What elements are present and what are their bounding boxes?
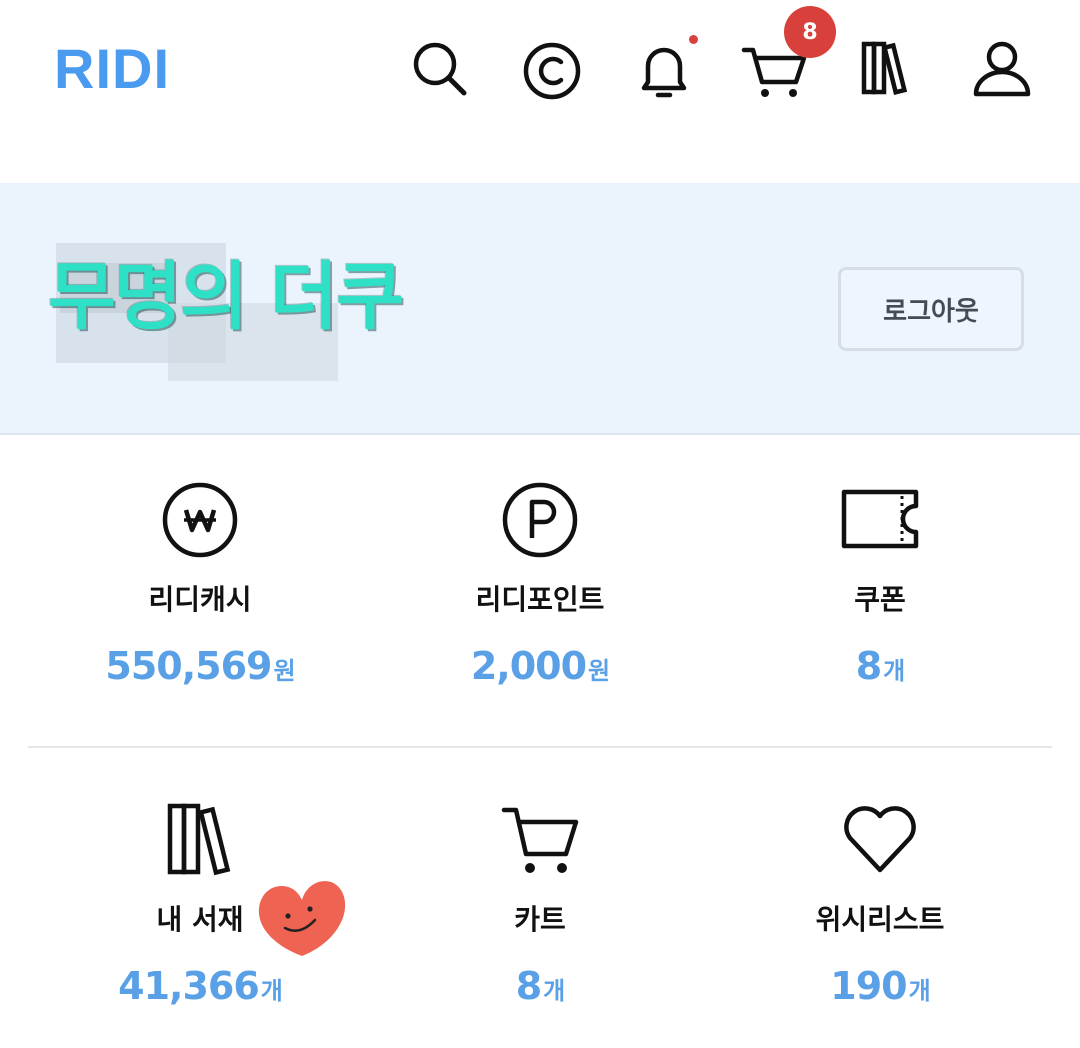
coupon-icon — [841, 489, 919, 549]
notification-dot — [689, 35, 698, 44]
stat-value: 550,569원 — [105, 644, 295, 688]
logout-button[interactable]: 로그아웃 — [838, 267, 1024, 351]
user-icon[interactable] — [966, 34, 1038, 106]
stat-ridipoint[interactable]: 리디포인트 2,000원 — [390, 480, 690, 688]
stat-value: 2,000원 — [470, 644, 610, 688]
smiley-heart-sticker — [258, 881, 346, 956]
section-divider — [28, 746, 1052, 748]
point-icon — [502, 482, 578, 558]
stat-value: 8개 — [515, 964, 566, 1008]
search-icon[interactable] — [404, 34, 476, 106]
cart-icon — [501, 807, 579, 873]
stat-label: 리디캐시 — [148, 583, 252, 616]
stat-ridicash[interactable]: 리디캐시 550,569원 — [50, 480, 350, 688]
ridicash-icon[interactable] — [516, 34, 588, 106]
cart-count-badge: 8 — [784, 6, 836, 58]
library-icon[interactable] — [852, 34, 924, 106]
top-header: RIDI 8 — [0, 0, 1080, 135]
stat-value: 190개 — [830, 964, 930, 1008]
bell-icon[interactable] — [628, 34, 700, 106]
stat-label: 카트 — [514, 903, 566, 936]
stat-cart[interactable]: 카트 8개 — [390, 800, 690, 1008]
won-icon — [162, 482, 238, 558]
username[interactable]: 무명의 더쿠 — [48, 237, 404, 344]
stat-label: 리디포인트 — [475, 583, 605, 616]
heart-icon — [844, 806, 916, 873]
ridi-logo[interactable]: RIDI — [54, 36, 170, 101]
stat-wishlist[interactable]: 위시리스트 190개 — [730, 800, 1030, 1008]
stat-label: 위시리스트 — [815, 903, 945, 936]
stat-value: 8개 — [855, 644, 906, 688]
library-icon — [167, 803, 231, 876]
stat-label: 쿠폰 — [854, 583, 906, 616]
profile-banner: 무명의 더쿠 로그아웃 — [0, 183, 1080, 435]
stat-coupon[interactable]: 쿠폰 8개 — [730, 480, 1030, 688]
ridi-my-page: RIDI 8 무명의 더쿠 로그아웃 리디캐시 550,569원 리디포인트 2… — [0, 0, 1080, 1048]
stat-value: 41,366개 — [118, 964, 283, 1008]
